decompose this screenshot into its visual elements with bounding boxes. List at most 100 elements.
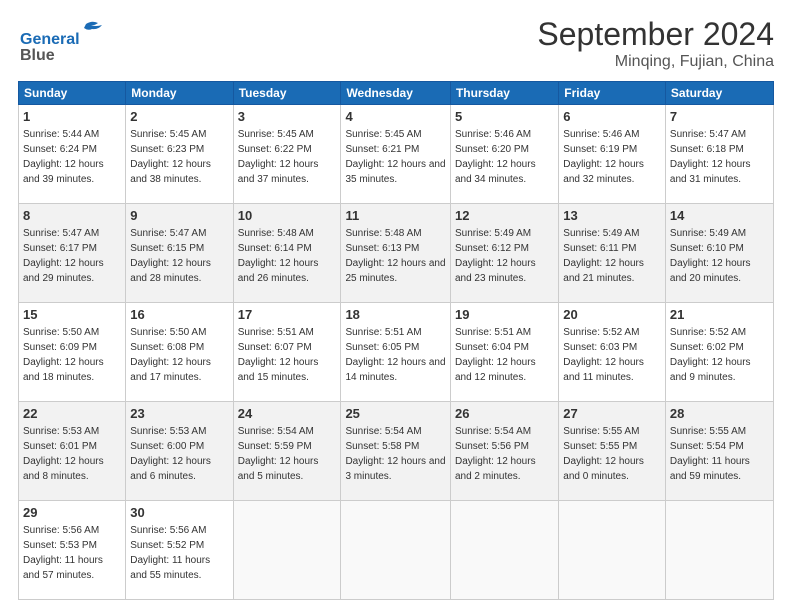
day-number: 4 bbox=[345, 108, 446, 126]
day-number: 13 bbox=[563, 207, 661, 225]
calendar-cell: 17 Sunrise: 5:51 AMSunset: 6:07 PMDaylig… bbox=[233, 303, 341, 402]
calendar-cell: 16 Sunrise: 5:50 AMSunset: 6:08 PMDaylig… bbox=[126, 303, 233, 402]
day-number: 23 bbox=[130, 405, 228, 423]
day-info: Sunrise: 5:51 AMSunset: 6:05 PMDaylight:… bbox=[345, 327, 445, 383]
header-tuesday: Tuesday bbox=[233, 82, 341, 105]
calendar-cell: 27 Sunrise: 5:55 AMSunset: 5:55 PMDaylig… bbox=[559, 402, 666, 501]
day-number: 25 bbox=[345, 405, 446, 423]
calendar-cell: 11 Sunrise: 5:48 AMSunset: 6:13 PMDaylig… bbox=[341, 204, 451, 303]
day-number: 28 bbox=[670, 405, 769, 423]
header-wednesday: Wednesday bbox=[341, 82, 451, 105]
day-info: Sunrise: 5:46 AMSunset: 6:19 PMDaylight:… bbox=[563, 129, 644, 185]
day-info: Sunrise: 5:45 AMSunset: 6:21 PMDaylight:… bbox=[345, 129, 445, 185]
day-info: Sunrise: 5:49 AMSunset: 6:12 PMDaylight:… bbox=[455, 228, 536, 284]
day-number: 3 bbox=[238, 108, 337, 126]
calendar-cell: 26 Sunrise: 5:54 AMSunset: 5:56 PMDaylig… bbox=[450, 402, 558, 501]
day-info: Sunrise: 5:54 AMSunset: 5:59 PMDaylight:… bbox=[238, 426, 319, 482]
title-month: September 2024 bbox=[537, 16, 774, 53]
calendar-cell: 29 Sunrise: 5:56 AMSunset: 5:53 PMDaylig… bbox=[19, 501, 126, 600]
calendar-cell: 4 Sunrise: 5:45 AMSunset: 6:21 PMDayligh… bbox=[341, 105, 451, 204]
calendar-cell: 28 Sunrise: 5:55 AMSunset: 5:54 PMDaylig… bbox=[665, 402, 773, 501]
day-info: Sunrise: 5:47 AMSunset: 6:15 PMDaylight:… bbox=[130, 228, 211, 284]
day-info: Sunrise: 5:51 AMSunset: 6:07 PMDaylight:… bbox=[238, 327, 319, 383]
day-number: 12 bbox=[455, 207, 554, 225]
day-number: 22 bbox=[23, 405, 121, 423]
day-number: 27 bbox=[563, 405, 661, 423]
day-number: 10 bbox=[238, 207, 337, 225]
day-info: Sunrise: 5:54 AMSunset: 5:56 PMDaylight:… bbox=[455, 426, 536, 482]
day-info: Sunrise: 5:55 AMSunset: 5:54 PMDaylight:… bbox=[670, 426, 750, 482]
day-number: 20 bbox=[563, 306, 661, 324]
calendar-cell: 10 Sunrise: 5:48 AMSunset: 6:14 PMDaylig… bbox=[233, 204, 341, 303]
calendar-cell: 14 Sunrise: 5:49 AMSunset: 6:10 PMDaylig… bbox=[665, 204, 773, 303]
calendar-cell: 6 Sunrise: 5:46 AMSunset: 6:19 PMDayligh… bbox=[559, 105, 666, 204]
svg-text:General: General bbox=[20, 31, 80, 48]
day-number: 21 bbox=[670, 306, 769, 324]
day-number: 1 bbox=[23, 108, 121, 126]
day-info: Sunrise: 5:44 AMSunset: 6:24 PMDaylight:… bbox=[23, 129, 104, 185]
day-info: Sunrise: 5:52 AMSunset: 6:02 PMDaylight:… bbox=[670, 327, 751, 383]
header-friday: Friday bbox=[559, 82, 666, 105]
day-number: 29 bbox=[23, 504, 121, 522]
calendar-cell bbox=[665, 501, 773, 600]
day-number: 2 bbox=[130, 108, 228, 126]
day-number: 8 bbox=[23, 207, 121, 225]
logo-svg: General Blue bbox=[18, 16, 128, 64]
day-number: 5 bbox=[455, 108, 554, 126]
calendar-cell bbox=[341, 501, 451, 600]
calendar-cell: 9 Sunrise: 5:47 AMSunset: 6:15 PMDayligh… bbox=[126, 204, 233, 303]
calendar-row: 22 Sunrise: 5:53 AMSunset: 6:01 PMDaylig… bbox=[19, 402, 774, 501]
calendar-cell: 24 Sunrise: 5:54 AMSunset: 5:59 PMDaylig… bbox=[233, 402, 341, 501]
day-info: Sunrise: 5:45 AMSunset: 6:23 PMDaylight:… bbox=[130, 129, 211, 185]
day-info: Sunrise: 5:49 AMSunset: 6:11 PMDaylight:… bbox=[563, 228, 644, 284]
header: General Blue September 2024 Minqing, Fuj… bbox=[18, 16, 774, 71]
day-number: 19 bbox=[455, 306, 554, 324]
calendar-row: 8 Sunrise: 5:47 AMSunset: 6:17 PMDayligh… bbox=[19, 204, 774, 303]
calendar-cell: 30 Sunrise: 5:56 AMSunset: 5:52 PMDaylig… bbox=[126, 501, 233, 600]
day-number: 14 bbox=[670, 207, 769, 225]
day-number: 30 bbox=[130, 504, 228, 522]
calendar-table: Sunday Monday Tuesday Wednesday Thursday… bbox=[18, 81, 774, 600]
svg-text:Blue: Blue bbox=[20, 47, 55, 64]
day-info: Sunrise: 5:45 AMSunset: 6:22 PMDaylight:… bbox=[238, 129, 319, 185]
day-info: Sunrise: 5:46 AMSunset: 6:20 PMDaylight:… bbox=[455, 129, 536, 185]
day-info: Sunrise: 5:51 AMSunset: 6:04 PMDaylight:… bbox=[455, 327, 536, 383]
calendar-cell: 1 Sunrise: 5:44 AMSunset: 6:24 PMDayligh… bbox=[19, 105, 126, 204]
day-info: Sunrise: 5:49 AMSunset: 6:10 PMDaylight:… bbox=[670, 228, 751, 284]
day-number: 26 bbox=[455, 405, 554, 423]
calendar-cell: 20 Sunrise: 5:52 AMSunset: 6:03 PMDaylig… bbox=[559, 303, 666, 402]
day-number: 16 bbox=[130, 306, 228, 324]
calendar-cell: 3 Sunrise: 5:45 AMSunset: 6:22 PMDayligh… bbox=[233, 105, 341, 204]
calendar-cell: 7 Sunrise: 5:47 AMSunset: 6:18 PMDayligh… bbox=[665, 105, 773, 204]
calendar-cell: 8 Sunrise: 5:47 AMSunset: 6:17 PMDayligh… bbox=[19, 204, 126, 303]
header-saturday: Saturday bbox=[665, 82, 773, 105]
calendar-cell: 15 Sunrise: 5:50 AMSunset: 6:09 PMDaylig… bbox=[19, 303, 126, 402]
title-location: Minqing, Fujian, China bbox=[537, 53, 774, 71]
day-info: Sunrise: 5:54 AMSunset: 5:58 PMDaylight:… bbox=[345, 426, 445, 482]
calendar-cell bbox=[233, 501, 341, 600]
day-info: Sunrise: 5:50 AMSunset: 6:08 PMDaylight:… bbox=[130, 327, 211, 383]
calendar-row: 29 Sunrise: 5:56 AMSunset: 5:53 PMDaylig… bbox=[19, 501, 774, 600]
day-number: 7 bbox=[670, 108, 769, 126]
title-block: September 2024 Minqing, Fujian, China bbox=[537, 16, 774, 71]
calendar-cell: 18 Sunrise: 5:51 AMSunset: 6:05 PMDaylig… bbox=[341, 303, 451, 402]
calendar-row: 1 Sunrise: 5:44 AMSunset: 6:24 PMDayligh… bbox=[19, 105, 774, 204]
day-info: Sunrise: 5:53 AMSunset: 6:01 PMDaylight:… bbox=[23, 426, 104, 482]
logo: General Blue bbox=[18, 16, 128, 64]
calendar-cell: 12 Sunrise: 5:49 AMSunset: 6:12 PMDaylig… bbox=[450, 204, 558, 303]
day-info: Sunrise: 5:55 AMSunset: 5:55 PMDaylight:… bbox=[563, 426, 644, 482]
header-sunday: Sunday bbox=[19, 82, 126, 105]
calendar-cell: 21 Sunrise: 5:52 AMSunset: 6:02 PMDaylig… bbox=[665, 303, 773, 402]
calendar-row: 15 Sunrise: 5:50 AMSunset: 6:09 PMDaylig… bbox=[19, 303, 774, 402]
day-number: 18 bbox=[345, 306, 446, 324]
day-info: Sunrise: 5:56 AMSunset: 5:53 PMDaylight:… bbox=[23, 525, 103, 581]
day-number: 9 bbox=[130, 207, 228, 225]
day-info: Sunrise: 5:47 AMSunset: 6:18 PMDaylight:… bbox=[670, 129, 751, 185]
day-info: Sunrise: 5:48 AMSunset: 6:14 PMDaylight:… bbox=[238, 228, 319, 284]
header-monday: Monday bbox=[126, 82, 233, 105]
day-number: 6 bbox=[563, 108, 661, 126]
day-info: Sunrise: 5:50 AMSunset: 6:09 PMDaylight:… bbox=[23, 327, 104, 383]
calendar-cell: 23 Sunrise: 5:53 AMSunset: 6:00 PMDaylig… bbox=[126, 402, 233, 501]
calendar-cell: 2 Sunrise: 5:45 AMSunset: 6:23 PMDayligh… bbox=[126, 105, 233, 204]
calendar-cell: 22 Sunrise: 5:53 AMSunset: 6:01 PMDaylig… bbox=[19, 402, 126, 501]
